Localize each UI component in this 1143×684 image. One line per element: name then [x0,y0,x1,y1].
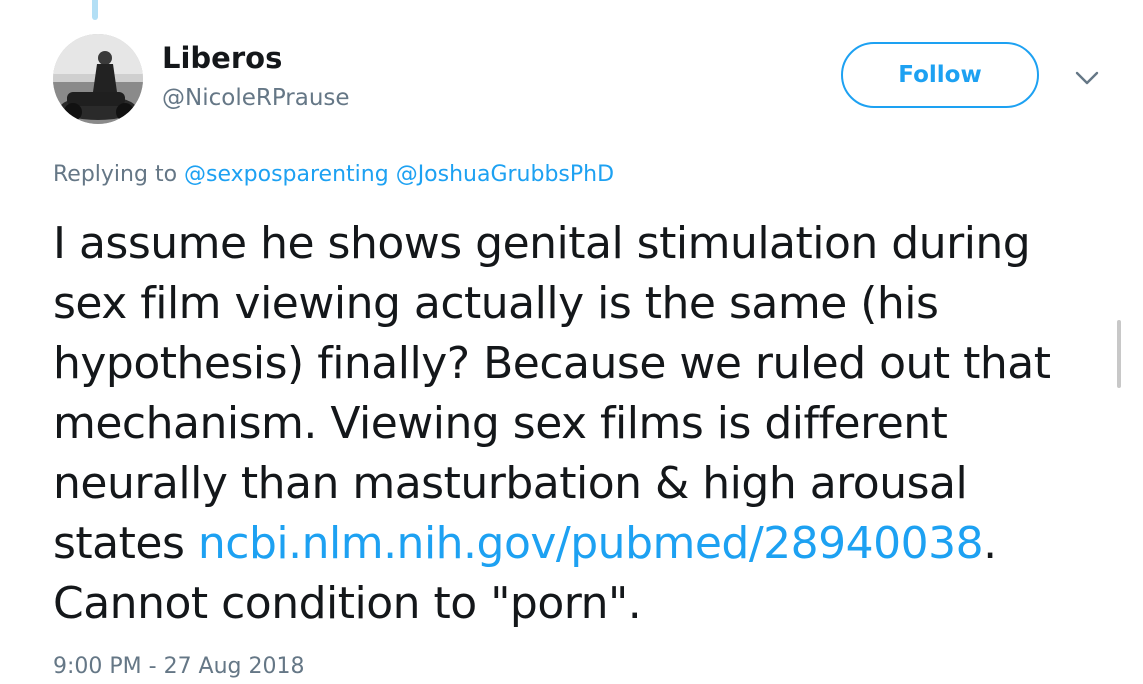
pubmed-link[interactable]: ncbi.nlm.nih.gov/pubmed/28940038 [198,518,984,569]
mention-link-sexposparenting[interactable]: @sexposparenting [184,162,389,187]
reply-thread-line [92,0,98,20]
tweet-text-line: sex film viewing actually is the same (h… [53,278,939,329]
replying-to-label: Replying to [53,162,178,187]
mention-link-joshuagrubbsphd[interactable]: @JoshuaGrubbsPhD [396,162,614,187]
tweet-text-line: neurally than masturbation & high arousa… [53,458,968,509]
tweet-timestamp[interactable]: 9:00 PM - 27 Aug 2018 [53,652,305,682]
avatar-photo [53,34,143,124]
replying-to: Replying to @sexposparenting @JoshuaGrub… [53,160,614,190]
tweet-text-line: mechanism. Viewing sex films is differen… [53,398,948,449]
chevron-down-icon [1075,71,1099,85]
tweet-text-line: I assume he shows genital stimulation du… [53,218,1031,269]
tweet-text-fragment: . [983,518,997,569]
tweet-text: I assume he shows genital stimulation du… [53,214,1103,634]
scrollbar-thumb[interactable] [1117,320,1121,388]
tweet-text-line: hypothesis) finally? Because we ruled ou… [53,338,1051,389]
tweet-text-line: Cannot condition to "porn". [53,578,642,629]
more-options-button[interactable] [1071,64,1103,92]
follow-button[interactable]: Follow [841,42,1039,108]
avatar[interactable] [53,34,143,124]
tweet-text-fragment: states [53,518,198,569]
author-display-name[interactable]: Liberos [162,40,282,76]
author-handle[interactable]: @NicoleRPrause [162,83,350,113]
tweet-text-line: states ncbi.nlm.nih.gov/pubmed/28940038. [53,514,1103,574]
